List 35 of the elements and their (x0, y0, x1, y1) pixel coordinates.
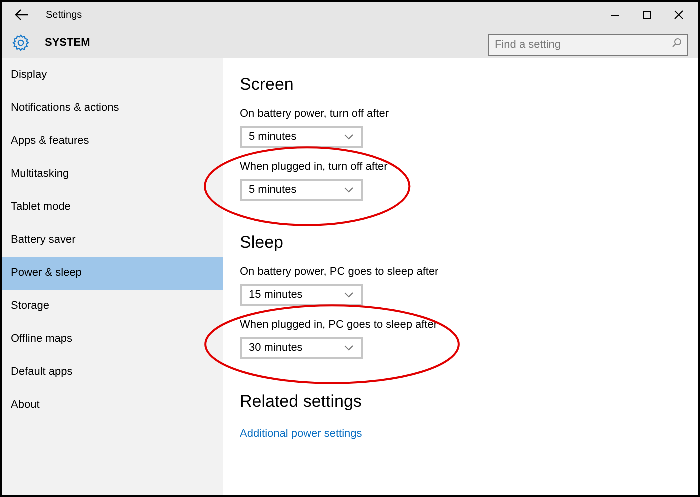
setting-label: When plugged in, PC goes to sleep after (240, 318, 438, 332)
setting-label: On battery power, PC goes to sleep after (240, 265, 439, 279)
chevron-icon (344, 345, 354, 351)
search-field[interactable]: Find a setting (488, 34, 688, 56)
sidebar-item[interactable]: Apps & features (2, 125, 223, 158)
sidebar-item[interactable]: About (2, 389, 223, 422)
sidebar-item[interactable]: Display (2, 59, 223, 92)
settings-icon (12, 34, 30, 52)
sidebar-item[interactable]: Power & sleep (2, 257, 223, 290)
setting-label: When plugged in, turn off after (240, 160, 388, 174)
sidebar-item[interactable]: Offline maps (2, 323, 223, 356)
dropdown[interactable]: 5 minutes (240, 179, 363, 201)
sidebar-item[interactable]: Battery saver (2, 224, 223, 257)
chevron-icon (344, 187, 354, 193)
chevron-icon (344, 292, 354, 298)
sidebar-item[interactable]: Tablet mode (2, 191, 223, 224)
dropdown[interactable]: 5 minutes (240, 126, 363, 148)
maximize-icon[interactable] (642, 10, 652, 20)
dropdown[interactable]: 30 minutes (240, 337, 363, 359)
page-title: SYSTEM (45, 36, 90, 51)
sidebar-item[interactable]: Storage (2, 290, 223, 323)
setting-label: On battery power, turn off after (240, 107, 389, 121)
section-heading: Sleep (240, 233, 284, 253)
back-icon[interactable] (15, 9, 29, 21)
chevron-icon (344, 134, 354, 140)
section-heading: Related settings (240, 392, 363, 412)
section-heading: Screen (240, 75, 295, 95)
power-settings-link[interactable]: Additional power settings (240, 426, 362, 442)
dropdown[interactable]: 15 minutes (240, 284, 363, 306)
window-title: Settings (46, 8, 82, 22)
search-icon (672, 38, 682, 48)
sidebar-item[interactable]: Multitasking (2, 158, 223, 191)
close-icon[interactable] (674, 10, 684, 20)
sidebar-item[interactable]: Default apps (2, 356, 223, 389)
sidebar-item[interactable]: Notifications & actions (2, 92, 223, 125)
